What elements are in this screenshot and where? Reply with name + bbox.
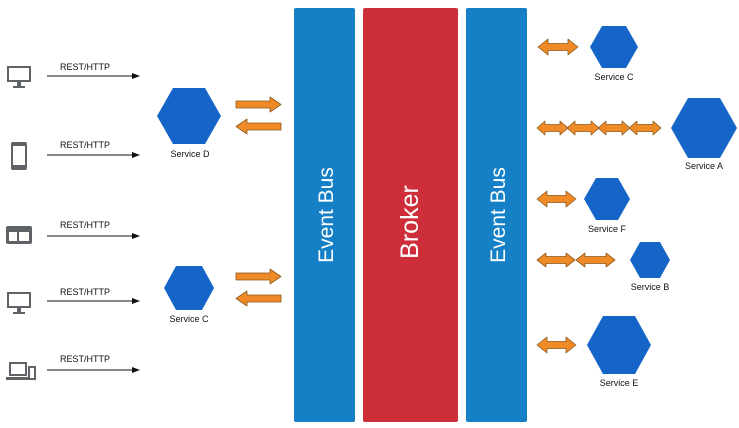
orange-double-arrow	[537, 38, 579, 56]
orange-double-arrow	[536, 190, 577, 208]
service-c-right-hexagon	[590, 26, 638, 68]
event-bus-right: Event Bus	[466, 8, 527, 422]
orange-right-arrow	[235, 268, 282, 285]
service-e-hexagon	[587, 316, 651, 374]
event-bus-left: Event Bus	[294, 8, 355, 422]
laptop-phone-icon	[6, 362, 36, 380]
architecture-diagram: Event Bus Broker Event Bus REST/HTTP RES…	[6, 8, 737, 422]
orange-double-arrow	[597, 120, 631, 136]
client-protocol-label: REST/HTTP	[60, 220, 110, 230]
service-a-hexagon	[671, 98, 737, 158]
service-a-node: Service A	[671, 98, 737, 171]
service-f-hexagon	[584, 178, 630, 220]
service-f-label: Service F	[588, 224, 627, 234]
service-d-node: Service D	[157, 88, 221, 159]
client-row-4: REST/HTTP	[7, 287, 140, 314]
browser-window-icon	[6, 226, 32, 244]
orange-double-arrow	[628, 120, 662, 136]
client-protocol-label: REST/HTTP	[60, 287, 110, 297]
orange-double-arrow	[536, 336, 577, 354]
desktop-icon	[7, 66, 31, 88]
service-c-left-hexagon	[164, 266, 214, 310]
service-d-label: Service D	[170, 149, 210, 159]
client-protocol-label: REST/HTTP	[60, 62, 110, 72]
client-row-1: REST/HTTP	[7, 62, 140, 88]
event-bus-right-label: Event Bus	[487, 167, 510, 263]
client-protocol-label: REST/HTTP	[60, 140, 110, 150]
service-c-right-node: Service C	[590, 26, 638, 82]
service-a-label: Service A	[685, 161, 723, 171]
client-row-3: REST/HTTP	[6, 220, 140, 244]
service-b-label: Service B	[631, 282, 670, 292]
service-b-hexagon	[630, 242, 670, 278]
phone-icon	[11, 142, 27, 170]
orange-double-arrow	[536, 252, 576, 268]
service-c-left-label: Service C	[169, 314, 209, 324]
desktop-icon	[7, 292, 31, 314]
orange-right-arrow	[235, 96, 282, 113]
broker-label: Broker	[396, 185, 424, 259]
event-bus-left-label: Event Bus	[315, 167, 338, 263]
client-row-2: REST/HTTP	[11, 140, 140, 170]
client-row-5: REST/HTTP	[6, 354, 140, 380]
service-f-node: Service F	[584, 178, 630, 234]
orange-double-arrow	[575, 252, 616, 268]
orange-left-arrow	[235, 118, 282, 135]
broker: Broker	[363, 8, 458, 422]
service-e-node: Service E	[587, 316, 651, 388]
client-protocol-label: REST/HTTP	[60, 354, 110, 364]
service-e-label: Service E	[600, 378, 639, 388]
orange-double-arrow	[566, 120, 600, 136]
service-b-node: Service B	[630, 242, 670, 292]
orange-double-arrow	[536, 120, 569, 136]
service-c-right-label: Service C	[594, 72, 634, 82]
service-d-hexagon	[157, 88, 221, 144]
left-arrows-c	[235, 268, 282, 307]
left-arrows-d	[235, 96, 282, 135]
orange-left-arrow	[235, 290, 282, 307]
service-c-left-node: Service C	[164, 266, 214, 324]
